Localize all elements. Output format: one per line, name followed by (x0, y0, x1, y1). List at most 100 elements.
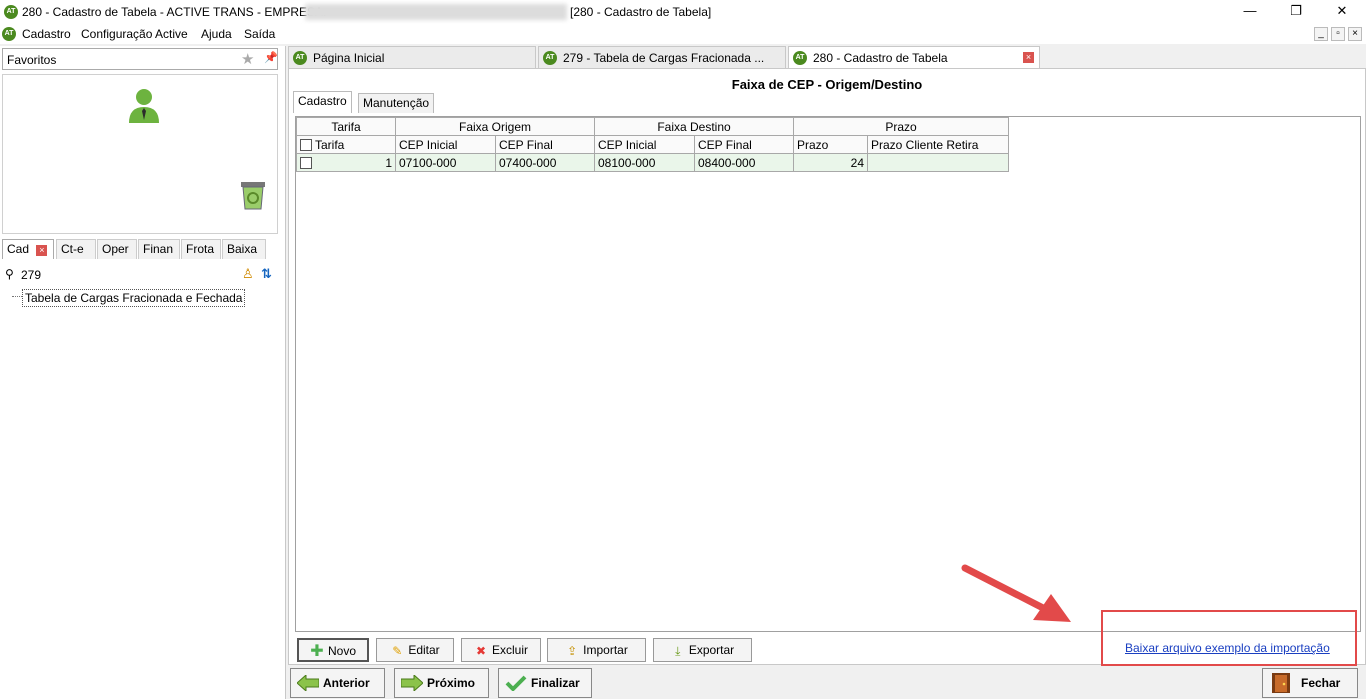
left-tab-cad-label: Cad (7, 242, 30, 256)
door-icon (1272, 673, 1290, 693)
clear-search-icon[interactable]: ♙ (242, 266, 254, 282)
left-tab-cte[interactable]: Ct-e (56, 239, 96, 259)
col-tarifa-label: Tarifa (315, 137, 345, 152)
tab-pagina-inicial-label: Página Inicial (313, 51, 385, 65)
tab-logo-icon: AT (793, 51, 807, 65)
exportar-label: Exportar (688, 643, 735, 657)
excluir-label: Excluir (491, 643, 528, 657)
tab-logo-icon: AT (543, 51, 557, 65)
recycle-bin-icon[interactable] (237, 179, 269, 211)
tab-279-tabela-cargas[interactable]: AT 279 - Tabela de Cargas Fracionada ... (538, 46, 786, 68)
menu-search-input[interactable]: 279 (21, 268, 41, 282)
title-bar: AT 280 - Cadastro de Tabela - ACTIVE TRA… (0, 0, 1366, 24)
mdi-restore-icon[interactable]: ▫ (1331, 27, 1345, 41)
close-tab-icon[interactable]: × (1023, 52, 1034, 63)
cell-destino-final[interactable]: 08400-000 (694, 153, 794, 172)
tree-connector (12, 296, 22, 297)
col-header-prazo-cliente[interactable]: Prazo Cliente Retira (867, 135, 1009, 154)
left-tab-strip: Cad × Ct-e Oper Finan Frota Baixa (2, 239, 278, 259)
row-checkbox[interactable] (300, 157, 312, 170)
finalizar-label: Finalizar (531, 676, 580, 690)
window-title: 280 - Cadastro de Tabela - ACTIVE TRANS … (22, 5, 327, 19)
proximo-button[interactable]: Próximo (394, 668, 489, 698)
menu-bar: AT Cadastro Configuração Active Ajuda Sa… (0, 24, 1366, 44)
tab-279-label: 279 - Tabela de Cargas Fracionada ... (563, 51, 765, 65)
anterior-label: Anterior (323, 676, 370, 690)
close-tab-icon[interactable]: × (36, 245, 48, 256)
fechar-button[interactable]: Fechar (1262, 668, 1358, 698)
importar-button[interactable]: ⇪ Importar (547, 638, 646, 662)
cep-grid: Tarifa Faixa Origem Faixa Destino Prazo … (296, 117, 1009, 172)
importar-label: Importar (583, 643, 628, 657)
select-all-checkbox[interactable] (300, 139, 312, 152)
excluir-button[interactable]: ✖ Excluir (461, 638, 541, 662)
close-window-button[interactable]: ✕ (1319, 0, 1365, 24)
col-header-origem-inicial[interactable]: CEP Inicial (395, 135, 496, 154)
col-header-origem-final[interactable]: CEP Final (495, 135, 595, 154)
left-tab-oper[interactable]: Oper (97, 239, 137, 259)
exportar-button[interactable]: ⤓ Exportar (653, 638, 752, 662)
group-header-tarifa: Tarifa (296, 117, 396, 136)
finalizar-button[interactable]: Finalizar (498, 668, 592, 698)
arrow-left-icon (297, 675, 319, 691)
group-header-faixa-origem: Faixa Origem (395, 117, 595, 136)
left-tab-baixa[interactable]: Baixa (222, 239, 266, 259)
col-header-destino-inicial[interactable]: CEP Inicial (594, 135, 695, 154)
star-icon[interactable]: ★ (241, 50, 254, 68)
tab-cadastro[interactable]: Cadastro (293, 91, 352, 113)
novo-label: Novo (327, 644, 356, 658)
novo-button[interactable]: ✚ Novo (297, 638, 369, 662)
sort-icon[interactable]: ⇅ (261, 266, 272, 282)
mdi-close-icon[interactable]: × (1348, 27, 1362, 41)
table-row[interactable]: 1 07100-000 07400-000 08100-000 08400-00… (296, 153, 1009, 172)
group-header-faixa-destino: Faixa Destino (594, 117, 794, 136)
import-icon: ⇪ (567, 643, 578, 658)
cep-grid-container: Tarifa Faixa Origem Faixa Destino Prazo … (295, 116, 1361, 632)
plus-icon: ✚ (310, 642, 324, 660)
company-name-redacted (305, 4, 567, 20)
tab-pagina-inicial[interactable]: AT Página Inicial (288, 46, 536, 68)
editar-button[interactable]: ✎ Editar (376, 638, 454, 662)
export-icon: ⤓ (675, 643, 681, 658)
main-tab-strip: AT Página Inicial AT 279 - Tabela de Car… (288, 46, 1366, 69)
window-title-suffix: [280 - Cadastro de Tabela] (570, 5, 712, 19)
tab-280-label: 280 - Cadastro de Tabela (813, 51, 948, 65)
tab-logo-icon: AT (293, 51, 307, 65)
tab-280-cadastro-tabela[interactable]: AT 280 - Cadastro de Tabela × (788, 46, 1040, 69)
col-header-tarifa[interactable]: Tarifa (296, 135, 396, 154)
cell-destino-inicial[interactable]: 08100-000 (594, 153, 695, 172)
mdi-minimize-icon[interactable]: _ (1314, 27, 1328, 41)
pin-icon[interactable]: 📌 (264, 51, 278, 64)
highlight-box (1101, 610, 1357, 666)
editar-label: Editar (408, 643, 440, 657)
left-tab-frota[interactable]: Frota (181, 239, 221, 259)
col-header-prazo[interactable]: Prazo (793, 135, 868, 154)
maximize-button[interactable]: ❐ (1273, 0, 1319, 24)
cell-origem-inicial[interactable]: 07100-000 (395, 153, 496, 172)
left-tab-cad[interactable]: Cad × (2, 239, 54, 259)
tab-manutencao[interactable]: Manutenção (358, 93, 435, 113)
proximo-label: Próximo (427, 676, 476, 690)
cell-tarifa-value: 1 (385, 155, 392, 170)
menu-ajuda[interactable]: Ajuda (201, 27, 232, 41)
minimize-button[interactable]: — (1227, 0, 1273, 24)
cell-prazo-cliente[interactable] (867, 153, 1009, 172)
cell-prazo[interactable]: 24 (793, 153, 868, 172)
cell-origem-final[interactable]: 07400-000 (495, 153, 595, 172)
cell-tarifa[interactable]: 1 (296, 153, 396, 172)
favorites-label: Favoritos (7, 53, 57, 67)
tree-item-tabela-cargas[interactable]: Tabela de Cargas Fracionada e Fechada (22, 289, 246, 307)
menu-saida[interactable]: Saída (244, 27, 275, 41)
user-avatar-icon (129, 89, 159, 123)
col-header-destino-final[interactable]: CEP Final (694, 135, 794, 154)
menu-configuracao[interactable]: Configuração Active (81, 27, 188, 41)
user-panel (2, 74, 278, 234)
app-logo-icon: AT (4, 5, 18, 19)
pencil-icon: ✎ (392, 643, 403, 658)
favorites-bar[interactable]: Favoritos ★ 📌 (2, 48, 278, 70)
checkmark-icon (505, 675, 527, 691)
menu-cadastro[interactable]: Cadastro (22, 27, 71, 41)
arrow-right-icon (401, 675, 423, 691)
anterior-button[interactable]: Anterior (290, 668, 385, 698)
left-tab-finan[interactable]: Finan (138, 239, 180, 259)
